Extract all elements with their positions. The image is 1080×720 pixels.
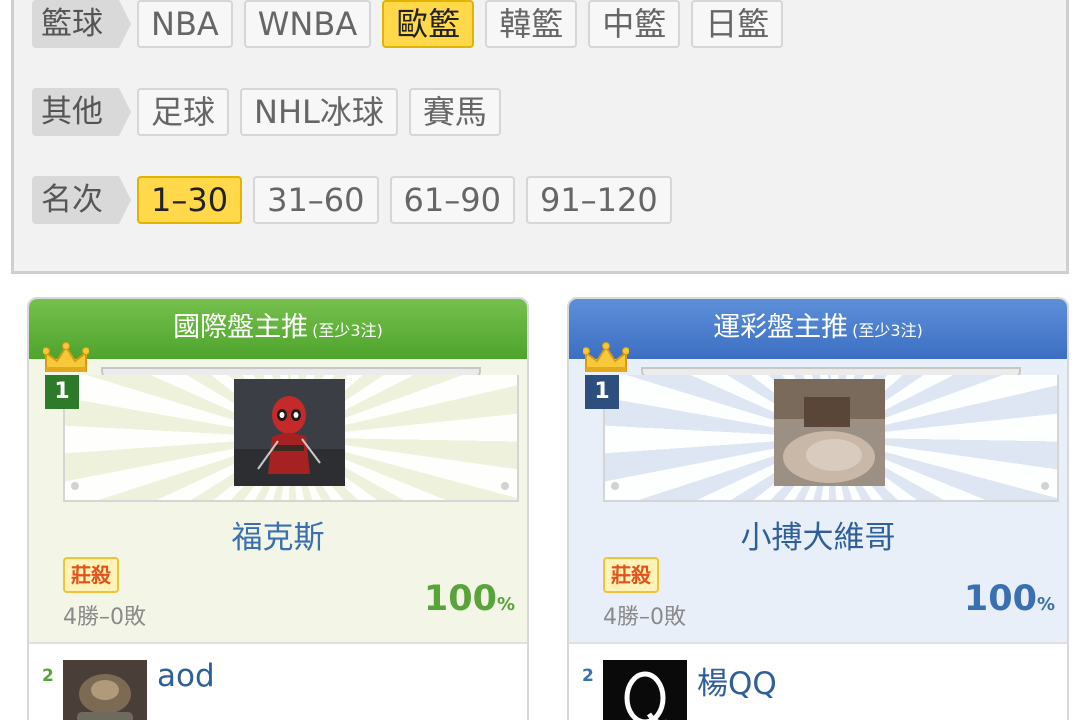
card-title: 國際盤主推 bbox=[173, 312, 309, 343]
card-title: 運彩盤主推 bbox=[713, 312, 849, 343]
chip-nhl-hockey[interactable]: NHL冰球 bbox=[240, 88, 398, 136]
avatar[interactable] bbox=[234, 379, 345, 486]
avatar bbox=[603, 660, 687, 720]
percent-sign: % bbox=[1036, 594, 1055, 615]
filter-row-rank: 名次 1–30 31–60 61–90 91–120 bbox=[32, 175, 683, 225]
avatar bbox=[63, 660, 147, 720]
card-international: 國際盤主推 (至少3注) 1 福克斯 莊殺 4勝–0敗 100% 2 aod bbox=[27, 297, 529, 720]
card-subtitle: (至少3注) bbox=[852, 321, 923, 340]
win-loss-record: 4勝–0敗 bbox=[603, 605, 686, 630]
list-player-name[interactable]: aod bbox=[157, 658, 215, 694]
tag-badge: 莊殺 bbox=[603, 557, 659, 593]
row-label-basketball: 籃球 bbox=[32, 0, 131, 48]
bolt-dot bbox=[611, 482, 619, 490]
chip-nba[interactable]: NBA bbox=[137, 0, 233, 48]
chip-rank-61-90[interactable]: 61–90 bbox=[389, 176, 515, 224]
chip-soccer[interactable]: 足球 bbox=[137, 88, 230, 136]
list-player-name[interactable]: 楊QQ bbox=[697, 658, 777, 703]
percent-sign: % bbox=[496, 594, 515, 615]
top-player-name[interactable]: 福克斯 bbox=[29, 512, 527, 557]
win-percentage-value: 100 bbox=[963, 579, 1037, 619]
card-sports-lottery: 運彩盤主推 (至少3注) 1 小搏大維哥 莊殺 4勝–0敗 100% 2 楊QQ bbox=[567, 297, 1069, 720]
card-header: 國際盤主推 (至少3注) bbox=[29, 299, 527, 359]
chip-horse-racing[interactable]: 賽馬 bbox=[408, 88, 501, 136]
chip-euro-basketball[interactable]: 歐籃 bbox=[382, 0, 475, 48]
chip-rank-31-60[interactable]: 31–60 bbox=[253, 176, 379, 224]
chip-rank-1-30[interactable]: 1–30 bbox=[137, 176, 243, 224]
tag-badge: 莊殺 bbox=[63, 557, 119, 593]
bolt-dot bbox=[501, 482, 509, 490]
bolt-dot bbox=[1041, 482, 1049, 490]
list-rank: 2 bbox=[582, 666, 594, 686]
chip-korea-basketball[interactable]: 韓籃 bbox=[485, 0, 578, 48]
rank-badge: 1 bbox=[45, 375, 79, 409]
filter-panel: 籃球 NBA WNBA 歐籃 韓籃 中籃 日籃 其他 足球 NHL冰球 賽馬 名… bbox=[11, 0, 1069, 274]
chip-wnba[interactable]: WNBA bbox=[243, 0, 372, 48]
chip-rank-91-120[interactable]: 91–120 bbox=[525, 176, 672, 224]
list-rank: 2 bbox=[42, 666, 54, 686]
list-item[interactable]: 2 aod bbox=[29, 642, 527, 720]
win-percentage-value: 100 bbox=[423, 579, 497, 619]
top-player-name[interactable]: 小搏大維哥 bbox=[569, 512, 1067, 557]
list-item[interactable]: 2 楊QQ bbox=[569, 642, 1067, 720]
filter-row-basketball: 籃球 NBA WNBA 歐籃 韓籃 中籃 日籃 bbox=[32, 0, 794, 49]
avatar[interactable] bbox=[774, 379, 885, 486]
win-loss-record: 4勝–0敗 bbox=[63, 605, 146, 630]
card-subtitle: (至少3注) bbox=[312, 321, 383, 340]
win-percentage: 100% bbox=[424, 579, 515, 619]
rank-badge: 1 bbox=[585, 375, 619, 409]
filter-row-other: 其他 足球 NHL冰球 賽馬 bbox=[32, 87, 512, 137]
row-label-rank: 名次 bbox=[32, 176, 131, 224]
bolt-dot bbox=[71, 482, 79, 490]
row-label-other: 其他 bbox=[32, 88, 131, 136]
chip-japan-basketball[interactable]: 日籃 bbox=[691, 0, 784, 48]
win-percentage: 100% bbox=[964, 579, 1055, 619]
card-header: 運彩盤主推 (至少3注) bbox=[569, 299, 1067, 359]
crown-icon bbox=[583, 342, 629, 372]
crown-icon bbox=[43, 342, 89, 372]
chip-china-basketball[interactable]: 中籃 bbox=[588, 0, 681, 48]
